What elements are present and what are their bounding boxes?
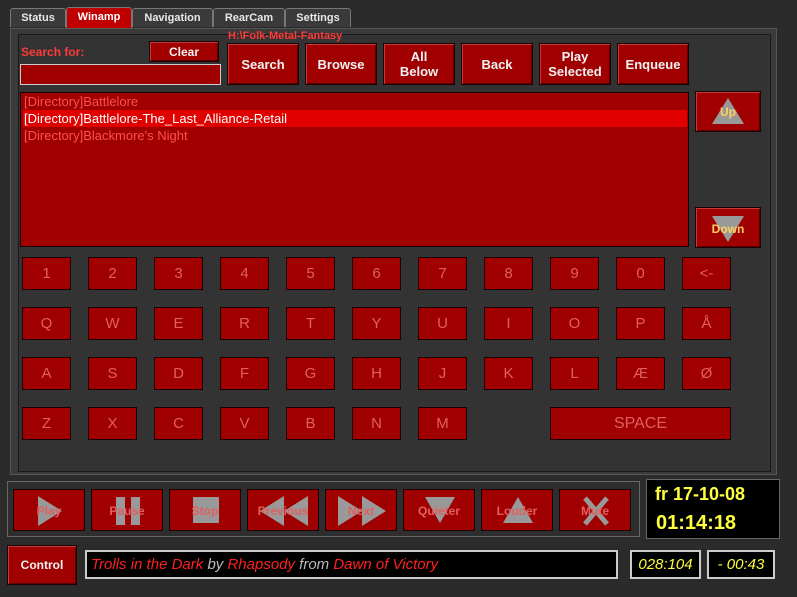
browse-button[interactable]: Browse [305,43,377,85]
key[interactable]: 8 [484,257,533,290]
key[interactable]: Y [352,307,401,340]
key[interactable]: 5 [286,257,335,290]
louder-label: Louder [496,504,538,518]
louder-button[interactable]: Louder [481,489,553,531]
key[interactable]: H [352,357,401,390]
mute-label: Mute [581,504,609,518]
pause-button[interactable]: Pause [91,489,163,531]
stop-button[interactable]: Stop [169,489,241,531]
file-list[interactable]: [Directory]Battlelore [Directory]Battlel… [20,92,689,247]
play-button[interactable]: Play [13,489,85,531]
key[interactable]: 1 [22,257,71,290]
playlist-position: 028:104 [630,550,701,579]
key[interactable]: L [550,357,599,390]
key[interactable]: Ø [682,357,731,390]
back-button[interactable]: Back [461,43,533,85]
track-title: Trolls in the Dark [91,556,204,573]
tab-bar: Status Winamp Navigation RearCam Setting… [0,0,797,28]
tab-status[interactable]: Status [10,8,66,27]
mute-button[interactable]: Mute [559,489,631,531]
key[interactable]: P [616,307,665,340]
previous-button[interactable]: Previous [247,489,319,531]
key[interactable]: 7 [418,257,467,290]
key[interactable]: Q [22,307,71,340]
play-selected-button[interactable]: Play Selected [539,43,611,85]
track-album: Dawn of Victory [333,556,439,573]
next-button[interactable]: Next [325,489,397,531]
quieter-button[interactable]: Quieter [403,489,475,531]
key[interactable]: D [154,357,203,390]
backspace-key[interactable]: <- [682,257,731,290]
time-remaining: - 00:43 [707,550,775,579]
key[interactable]: Z [22,407,71,440]
key[interactable]: 2 [88,257,137,290]
key[interactable]: N [352,407,401,440]
key[interactable]: T [286,307,335,340]
tab-navigation[interactable]: Navigation [132,8,213,27]
key[interactable]: E [154,307,203,340]
key[interactable]: V [220,407,269,440]
list-item-selected[interactable]: [Directory]Battlelore-The_Last_Alliance-… [23,110,687,127]
key[interactable]: Æ [616,357,665,390]
tab-winamp[interactable]: Winamp [66,7,132,28]
by-label: by [207,556,224,573]
key[interactable]: R [220,307,269,340]
stop-label: Stop [191,504,219,518]
search-label: Search for: [21,45,85,59]
down-label: Down [711,221,745,236]
key[interactable]: C [154,407,203,440]
pause-label: Pause [109,504,145,518]
space-key[interactable]: SPACE [550,407,731,440]
quieter-label: Quieter [417,504,460,518]
key[interactable]: 0 [616,257,665,290]
enqueue-button[interactable]: Enqueue [617,43,689,85]
clock-panel: fr 17-10-08 01:14:18 [646,479,780,539]
key[interactable]: B [286,407,335,440]
scroll-up-button[interactable]: Up [695,91,761,132]
clock-time: 01:14:18 [656,512,737,534]
key[interactable]: G [286,357,335,390]
current-path: H:\Folk-Metal-Fantasy [228,30,343,42]
key[interactable]: 9 [550,257,599,290]
up-label: Up [720,104,736,119]
clear-button[interactable]: Clear [149,41,219,62]
key[interactable]: A [22,357,71,390]
list-item[interactable]: [Directory]Battlelore [23,93,687,110]
all-below-button[interactable]: All Below [383,43,455,85]
key[interactable]: O [550,307,599,340]
search-button[interactable]: Search [227,43,299,85]
track-artist: Rhapsody [227,556,295,573]
key[interactable]: W [88,307,137,340]
tab-rearcam[interactable]: RearCam [213,8,285,27]
key[interactable]: 4 [220,257,269,290]
key[interactable]: 6 [352,257,401,290]
key[interactable]: J [418,357,467,390]
now-playing-display: Trolls in the Dark by Rhapsody from Dawn… [85,550,618,579]
search-input[interactable] [20,64,221,85]
play-label: Play [36,504,62,518]
previous-label: Previous [257,504,309,518]
key[interactable]: Å [682,307,731,340]
clock-date: fr 17-10-08 [655,484,746,504]
control-button[interactable]: Control [7,545,77,585]
scroll-down-button[interactable]: Down [695,207,761,248]
key[interactable]: M [418,407,467,440]
key[interactable]: X [88,407,137,440]
key[interactable]: 3 [154,257,203,290]
key[interactable]: S [88,357,137,390]
from-label: from [299,556,330,573]
key[interactable]: I [484,307,533,340]
key[interactable]: K [484,357,533,390]
tab-settings[interactable]: Settings [285,8,351,27]
key[interactable]: U [418,307,467,340]
key[interactable]: F [220,357,269,390]
list-item[interactable]: [Directory]Blackmore's Night [23,127,687,144]
next-label: Next [347,504,374,518]
